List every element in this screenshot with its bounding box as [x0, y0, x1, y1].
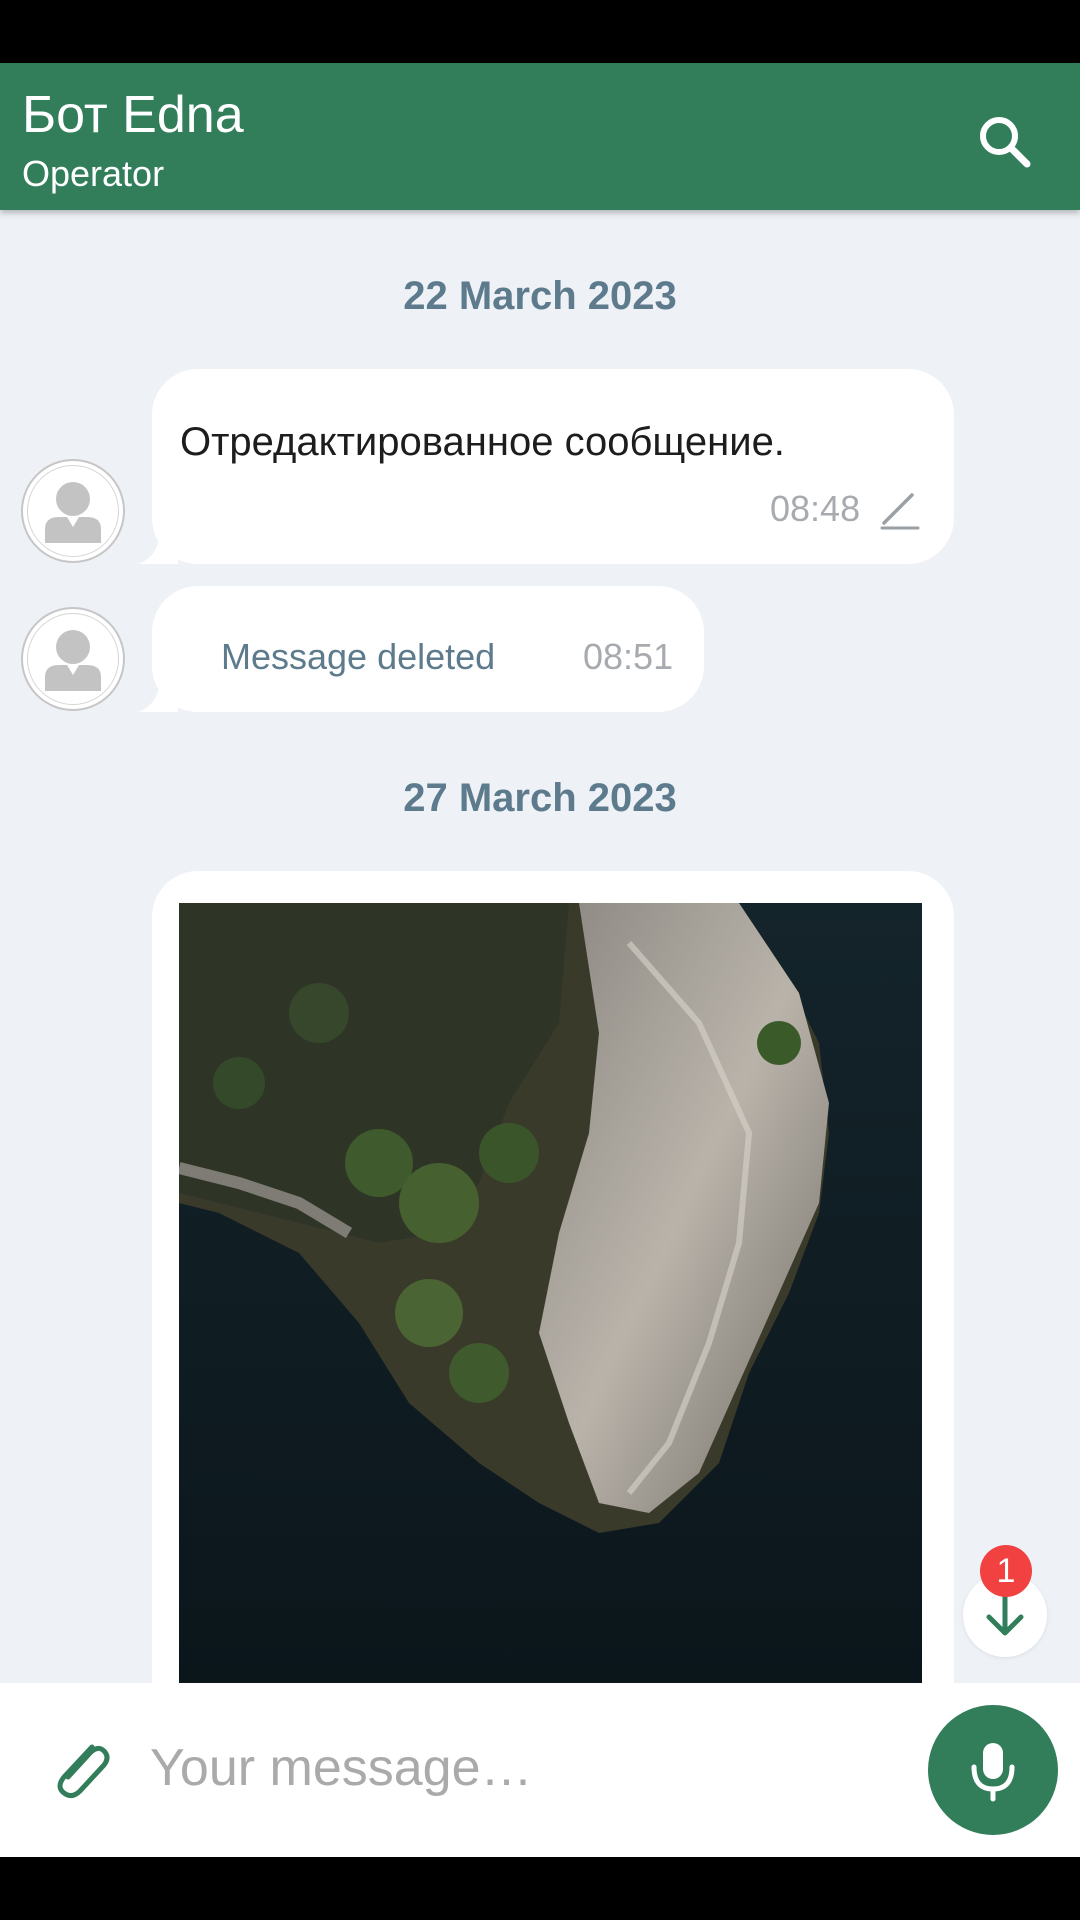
message-bubble[interactable]: Отредактированное сообщение. 08:48: [152, 369, 954, 564]
date-separator: 22 March 2023: [403, 274, 677, 318]
deleted-message-text: Message deleted: [221, 636, 496, 677]
date-separator: 27 March 2023: [403, 776, 677, 820]
paperclip-icon[interactable]: [48, 1733, 114, 1803]
message-input[interactable]: [150, 1723, 890, 1813]
microphone-button[interactable]: [928, 1705, 1058, 1835]
microphone-icon: [971, 1743, 1015, 1802]
message-composer: [0, 1683, 1080, 1857]
search-icon[interactable]: [970, 107, 1040, 177]
unread-badge: 1: [980, 1545, 1032, 1597]
person-icon: [45, 630, 101, 691]
message-photo[interactable]: [179, 903, 922, 1683]
message-text: Отредактированное сообщение.: [180, 420, 785, 464]
chat-title: Бот Edna: [22, 86, 244, 144]
message-time: 08:51: [583, 636, 674, 677]
pencil-icon: [876, 485, 924, 533]
image-message-bubble[interactable]: [152, 871, 954, 1771]
chat-header: Бот Edna Operator: [0, 63, 1080, 210]
navigation-bar: [0, 1857, 1080, 1920]
deleted-message-bubble[interactable]: Message deleted 08:51: [152, 586, 704, 712]
avatar: [21, 459, 125, 563]
chat-subtitle: Operator: [22, 153, 165, 194]
avatar: [21, 607, 125, 711]
message-time: 08:48: [770, 488, 861, 529]
person-icon: [45, 482, 101, 543]
landscape-photo: [179, 903, 922, 1683]
status-bar: [0, 0, 1080, 63]
